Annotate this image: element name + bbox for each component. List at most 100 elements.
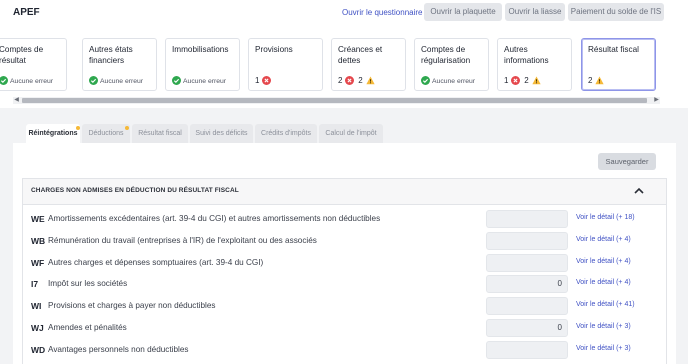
app-title: APEF [13, 7, 40, 18]
check-circle-icon [421, 76, 430, 85]
check-circle-icon [172, 76, 181, 85]
card-status: 1 [255, 76, 273, 87]
row-code: WE [31, 214, 45, 224]
warning-triangle-icon [595, 76, 604, 85]
card-title: Immobilisations [172, 45, 229, 54]
error-circle-icon [511, 76, 521, 85]
tab-calcul-impot[interactable]: Calcul de l'impôt [319, 124, 383, 143]
card-comptes-de-regularisation[interactable]: Comptes de régularisation Aucune erreur [414, 38, 489, 91]
view-detail-link[interactable]: Voir le détail (+ 41) [576, 301, 635, 308]
cards-scrollbar[interactable]: ◀ ▶ [13, 97, 660, 104]
warning-count: 2 [588, 76, 593, 85]
table-row: WB Rémunération du travail (entreprises … [23, 232, 666, 252]
card-immobilisations[interactable]: Immobilisations Aucune erreur [165, 38, 240, 91]
tab-reintegrations[interactable]: Réintégrations [26, 124, 80, 143]
row-code: WI [31, 301, 42, 311]
tab-credits-impots[interactable]: Crédits d'impôts [255, 124, 317, 143]
error-count: 2 [338, 76, 343, 85]
card-status-text: Aucune erreur [100, 78, 144, 85]
open-liasse-button[interactable]: Ouvrir la liasse [505, 3, 565, 21]
card-status-text: Aucune erreur [10, 78, 54, 85]
section-title: CHARGES NON ADMISES EN DÉDUCTION DU RÉSU… [31, 187, 239, 194]
card-provisions[interactable]: Provisions 1 [248, 38, 323, 91]
card-status: 1 2 [504, 76, 543, 87]
open-plaquette-button[interactable]: Ouvrir la plaquette [424, 3, 502, 21]
card-creances-et-dettes[interactable]: Créances et dettes 2 2 [331, 38, 406, 91]
top-bar: APEF Ouvrir le questionnaire Ouvrir la p… [0, 0, 688, 28]
check-circle-icon [0, 76, 8, 85]
save-button[interactable]: Sauvegarder [598, 153, 656, 170]
warning-count: 2 [524, 76, 529, 85]
card-comptes-de-resultat[interactable]: Comptes de résultat Aucune erreur [0, 38, 67, 91]
scroll-left-arrow-icon[interactable]: ◀ [13, 97, 20, 104]
card-status: Aucune erreur [0, 76, 53, 87]
card-status-text: Aucune erreur [432, 78, 476, 85]
card-title: Provisions [255, 45, 293, 54]
view-detail-link[interactable]: Voir le détail (+ 4) [576, 236, 631, 243]
warning-triangle-icon [365, 76, 375, 85]
pay-is-balance-button[interactable]: Paiement du solde de l'IS [568, 3, 664, 21]
row-label: Provisions et charges à payer non déduct… [48, 301, 216, 310]
open-questionnaire-link[interactable]: Ouvrir le questionnaire [338, 4, 426, 21]
check-circle-icon [89, 76, 98, 85]
row-label: Autres charges et dépenses somptuaires (… [48, 258, 264, 267]
card-autres-informations[interactable]: Autres informations 1 2 [497, 38, 572, 91]
card-title: Comptes de régularisation [421, 45, 471, 65]
tab-resultat-fiscal[interactable]: Résultat fiscal [132, 124, 188, 143]
scrollbar-thumb[interactable] [22, 98, 647, 103]
tab-label: Réintégrations [28, 130, 78, 137]
amount-input[interactable] [486, 232, 568, 250]
card-status: 2 [588, 76, 606, 87]
tab-indicator-dot [125, 126, 129, 130]
row-code: WD [31, 345, 46, 355]
tab-suivi-des-deficits[interactable]: Suivi des déficits [190, 124, 253, 143]
table-row: WF Autres charges et dépenses somptuaire… [23, 254, 666, 274]
row-label: Rémunération du travail (entreprises à l… [48, 236, 317, 245]
row-label: Amendes et pénalités [48, 323, 127, 332]
error-circle-icon [262, 76, 272, 85]
view-detail-link[interactable]: Voir le détail (+ 4) [576, 258, 631, 265]
row-label: Impôt sur les sociétés [48, 279, 128, 288]
table-row: WI Provisions et charges à payer non déd… [23, 297, 666, 317]
tab-indicator-dot [76, 126, 80, 130]
view-detail-link[interactable]: Voir le détail (+ 4) [576, 279, 631, 286]
amount-input[interactable]: 0 [486, 275, 568, 293]
charges-non-admises-section: CHARGES NON ADMISES EN DÉDUCTION DU RÉSU… [22, 178, 667, 364]
card-status: Aucune erreur [89, 76, 143, 87]
table-row: WJ Amendes et pénalités 0 Voir le détail… [23, 319, 666, 339]
error-circle-icon [345, 76, 355, 85]
amount-input[interactable] [486, 341, 568, 359]
card-status: Aucune erreur [421, 76, 475, 87]
table-row: WD Avantages personnels non déductibles … [23, 341, 666, 361]
tab-label: Déductions [88, 130, 124, 137]
table-row: I7 Impôt sur les sociétés 0 Voir le déta… [23, 275, 666, 295]
view-detail-link[interactable]: Voir le détail (+ 3) [576, 323, 631, 330]
card-title: Créances et dettes [338, 45, 383, 65]
card-autres-etats-financiers[interactable]: Autres états financiers Aucune erreur [82, 38, 157, 91]
amount-input[interactable] [486, 297, 568, 315]
card-status: Aucune erreur [172, 76, 226, 87]
amount-input[interactable]: 0 [486, 319, 568, 337]
row-label: Amortissements excédentaires (art. 39-4 … [48, 214, 381, 223]
view-detail-link[interactable]: Voir le détail (+ 18) [576, 214, 635, 221]
scroll-right-arrow-icon[interactable]: ▶ [653, 97, 660, 104]
row-code: WB [31, 236, 46, 246]
card-title: Autres informations [504, 45, 549, 65]
chevron-up-icon[interactable] [632, 184, 646, 198]
table-row: WE Amortissements excédentaires (art. 39… [23, 210, 666, 230]
section-cards-strip: Comptes de résultat Aucune erreur Autres… [0, 28, 688, 108]
error-count: 1 [255, 76, 260, 85]
row-code: WJ [31, 323, 44, 333]
card-resultat-fiscal[interactable]: Résultat fiscal 2 [581, 38, 656, 91]
card-status: 2 2 [338, 76, 377, 87]
warning-count: 2 [358, 76, 363, 85]
amount-input[interactable] [486, 254, 568, 272]
card-title: Résultat fiscal [588, 45, 639, 54]
row-label: Avantages personnels non déductibles [48, 345, 189, 354]
view-detail-link[interactable]: Voir le détail (+ 3) [576, 345, 631, 352]
tab-deductions[interactable]: Déductions [82, 124, 130, 143]
section-header: CHARGES NON ADMISES EN DÉDUCTION DU RÉSU… [23, 179, 666, 205]
row-code: I7 [31, 279, 39, 289]
amount-input[interactable] [486, 210, 568, 228]
card-title: Autres états financiers [89, 45, 133, 65]
